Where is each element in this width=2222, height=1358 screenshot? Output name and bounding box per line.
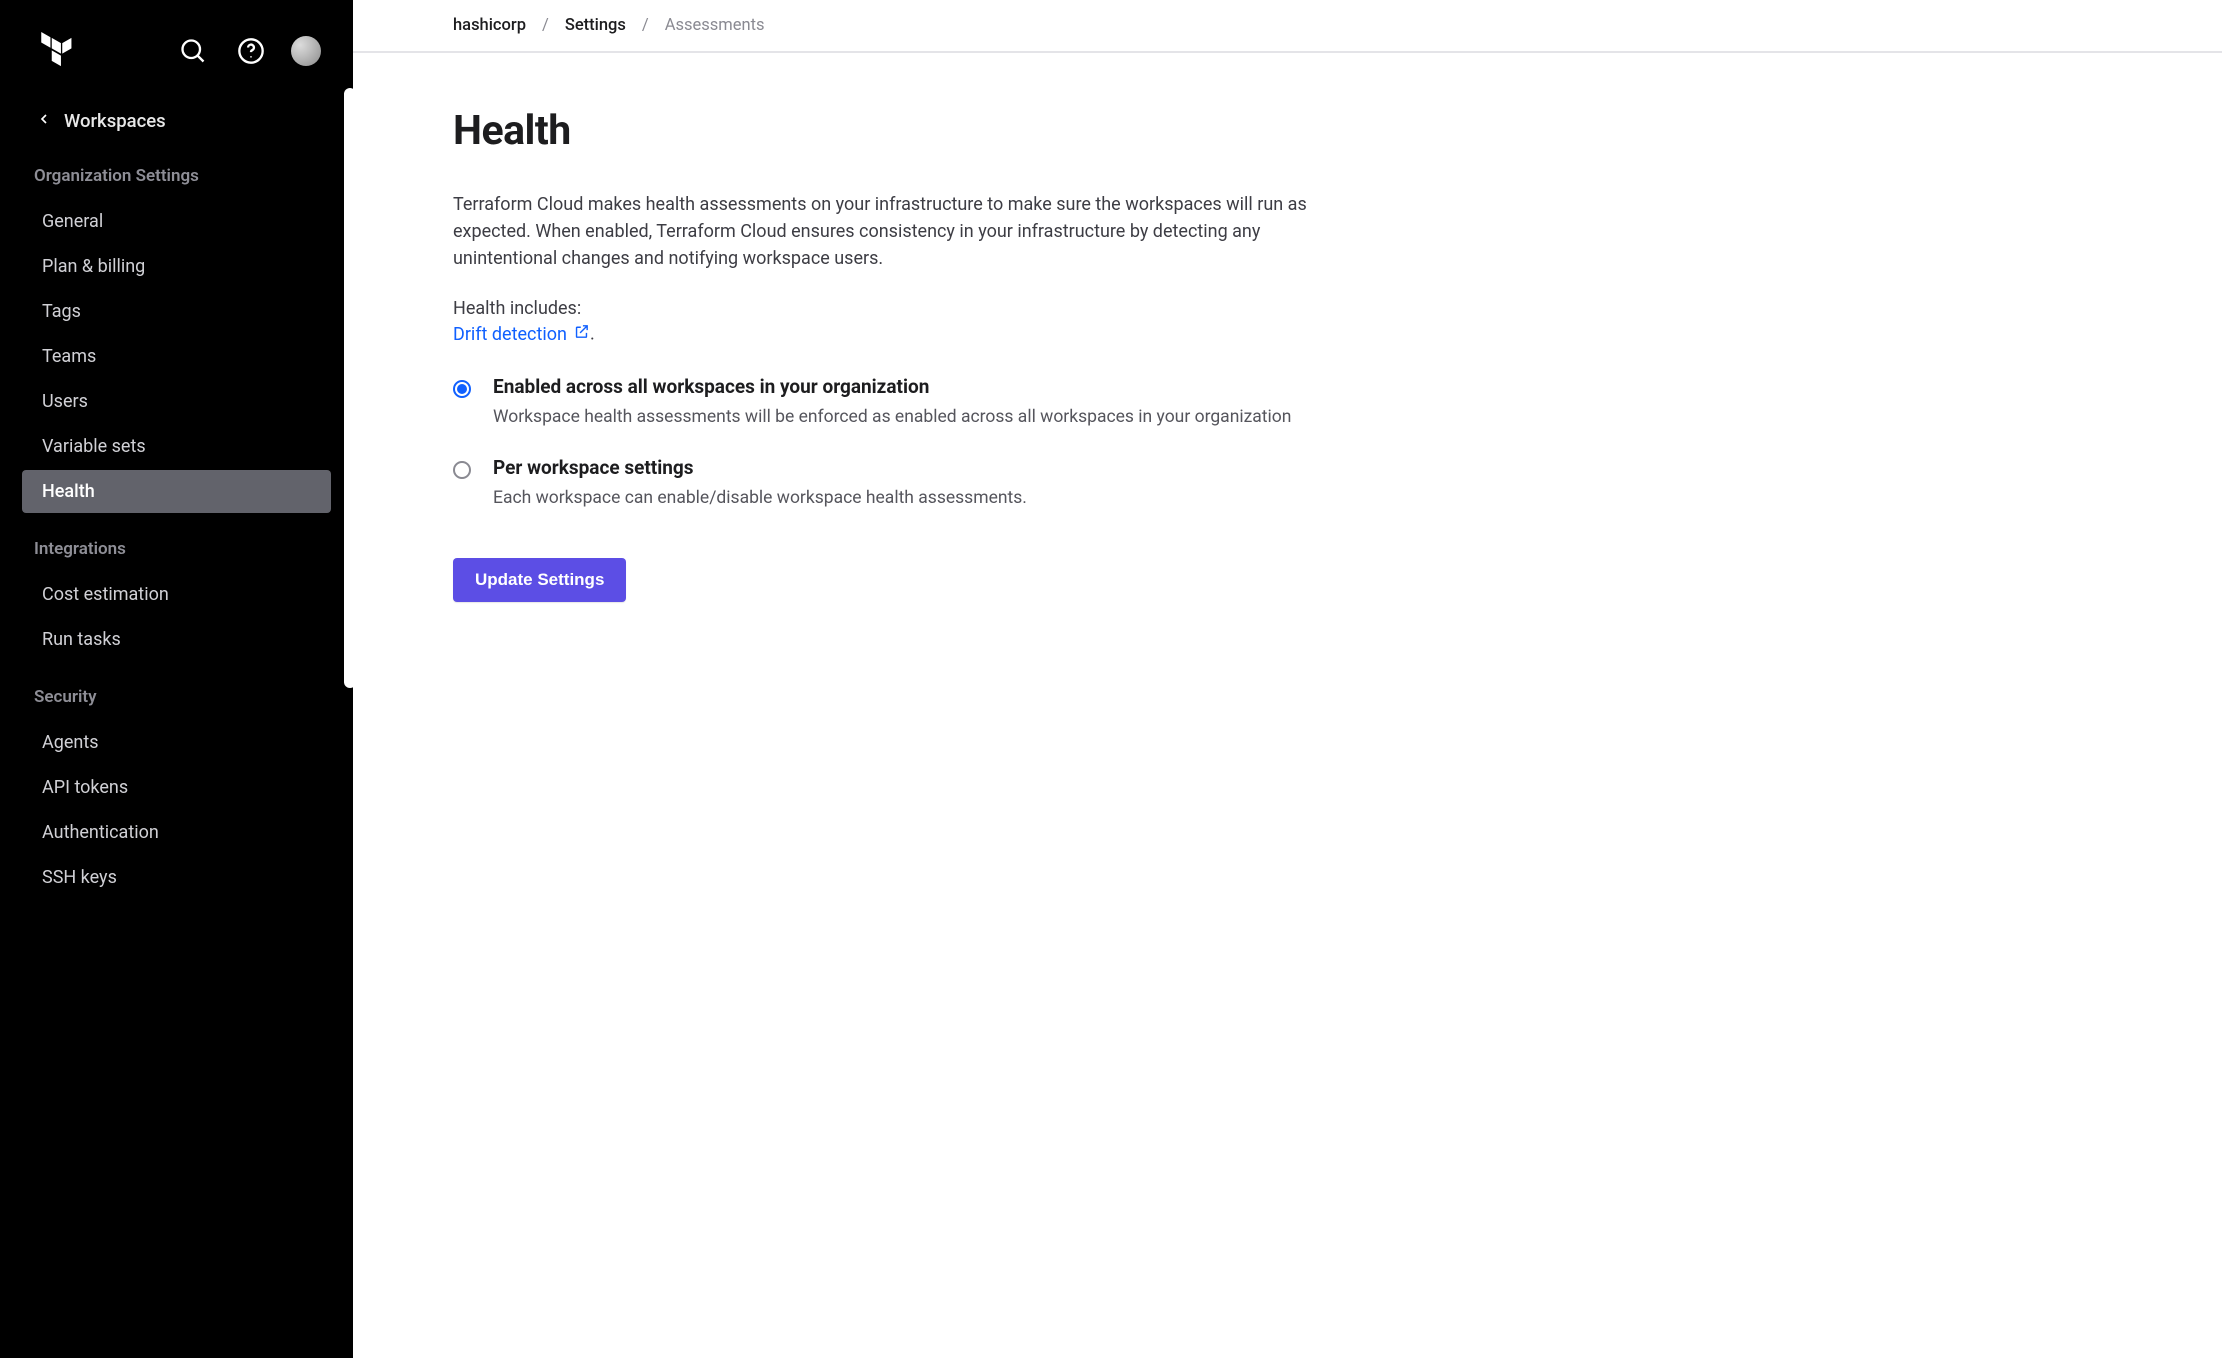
external-link-icon bbox=[573, 323, 590, 345]
content: Health Terraform Cloud makes health asse… bbox=[353, 53, 1453, 656]
breadcrumb-hashicorp[interactable]: hashicorp bbox=[453, 16, 526, 35]
sidebar-item-cost-estimation[interactable]: Cost estimation bbox=[22, 573, 331, 616]
nav-items-2: AgentsAPI tokensAuthenticationSSH keys bbox=[0, 717, 353, 909]
terraform-logo[interactable] bbox=[36, 28, 78, 74]
sidebar-item-health[interactable]: Health bbox=[22, 470, 331, 513]
nav-items-1: Cost estimationRun tasks bbox=[0, 569, 353, 671]
radio-description-1: Each workspace can enable/disable worksp… bbox=[493, 485, 1353, 511]
health-option-0: Enabled across all workspaces in your or… bbox=[453, 375, 1353, 430]
breadcrumb: hashicorp / Settings / Assessments bbox=[353, 0, 2222, 53]
sidebar-header bbox=[0, 0, 353, 92]
sidebar-item-agents[interactable]: Agents bbox=[22, 721, 331, 764]
radio-text-0: Enabled across all workspaces in your or… bbox=[493, 375, 1353, 430]
sidebar-item-teams[interactable]: Teams bbox=[22, 335, 331, 378]
health-includes-label: Health includes: bbox=[453, 298, 1353, 319]
radio-title-0: Enabled across all workspaces in your or… bbox=[493, 375, 1353, 398]
radio-button-0[interactable] bbox=[453, 380, 471, 398]
section-header-0: Organization Settings bbox=[0, 150, 353, 196]
health-options-group: Enabled across all workspaces in your or… bbox=[453, 375, 1353, 512]
sidebar-item-general[interactable]: General bbox=[22, 200, 331, 243]
sidebar-item-variable-sets[interactable]: Variable sets bbox=[22, 425, 331, 468]
radio-title-1: Per workspace settings bbox=[493, 456, 1353, 479]
breadcrumb-settings[interactable]: Settings bbox=[565, 16, 626, 35]
help-icon[interactable] bbox=[233, 33, 269, 69]
sidebar-item-api-tokens[interactable]: API tokens bbox=[22, 766, 331, 809]
radio-text-1: Per workspace settings Each workspace can… bbox=[493, 456, 1353, 511]
link-suffix: . bbox=[590, 324, 595, 345]
workspaces-link[interactable]: Workspaces bbox=[0, 92, 353, 150]
sidebar: Workspaces Organization SettingsGeneralP… bbox=[0, 0, 353, 1358]
drift-detection-link[interactable]: Drift detection bbox=[453, 323, 590, 345]
link-text: Drift detection bbox=[453, 324, 567, 345]
health-option-1: Per workspace settings Each workspace can… bbox=[453, 456, 1353, 511]
nav-items-0: GeneralPlan & billingTagsTeamsUsersVaria… bbox=[0, 196, 353, 523]
sidebar-sections: Organization SettingsGeneralPlan & billi… bbox=[0, 150, 353, 909]
sidebar-item-run-tasks[interactable]: Run tasks bbox=[22, 618, 331, 661]
sidebar-item-users[interactable]: Users bbox=[22, 380, 331, 423]
header-actions bbox=[175, 33, 321, 69]
radio-button-1[interactable] bbox=[453, 461, 471, 479]
sidebar-item-plan-billing[interactable]: Plan & billing bbox=[22, 245, 331, 288]
sidebar-item-ssh-keys[interactable]: SSH keys bbox=[22, 856, 331, 899]
workspaces-label: Workspaces bbox=[64, 110, 166, 132]
sidebar-item-tags[interactable]: Tags bbox=[22, 290, 331, 333]
avatar[interactable] bbox=[291, 36, 321, 66]
breadcrumb-separator: / bbox=[542, 16, 549, 35]
update-settings-button[interactable]: Update Settings bbox=[453, 558, 626, 602]
health-includes-link-row: Drift detection . bbox=[453, 323, 1353, 345]
sidebar-item-authentication[interactable]: Authentication bbox=[22, 811, 331, 854]
section-header-1: Integrations bbox=[0, 523, 353, 569]
radio-description-0: Workspace health assessments will be enf… bbox=[493, 404, 1353, 430]
search-icon[interactable] bbox=[175, 33, 211, 69]
chevron-left-icon bbox=[36, 110, 52, 132]
page-title: Health bbox=[453, 107, 1353, 155]
page-description: Terraform Cloud makes health assessments… bbox=[453, 191, 1353, 272]
breadcrumb-assessments: Assessments bbox=[665, 16, 765, 35]
section-header-2: Security bbox=[0, 671, 353, 717]
main: hashicorp / Settings / Assessments Health Te… bbox=[353, 0, 2222, 1358]
breadcrumb-separator: / bbox=[642, 16, 649, 35]
